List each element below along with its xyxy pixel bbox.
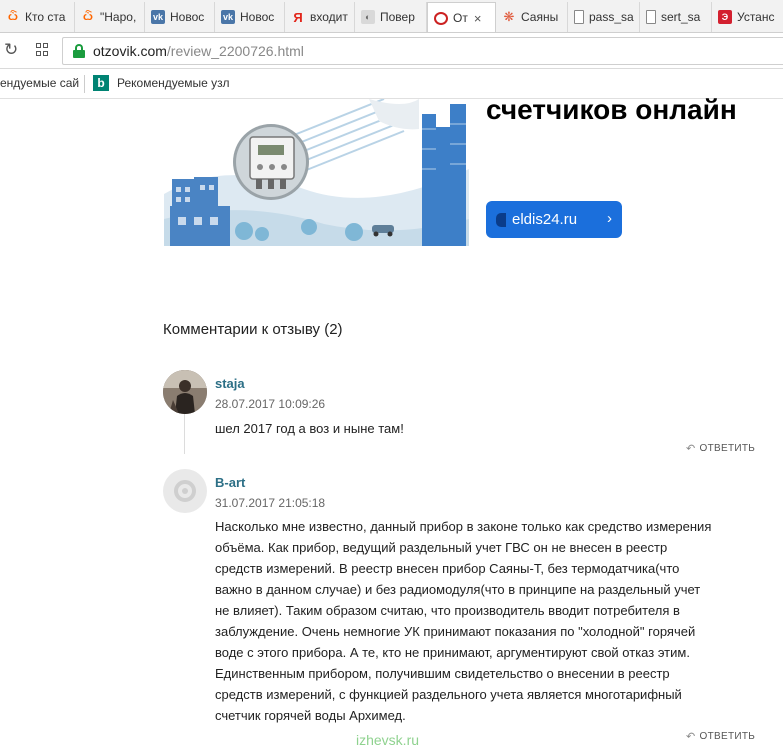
chevron-right-icon: ›: [607, 210, 612, 227]
eldis24-button[interactable]: eldis24.ru ›: [486, 201, 622, 238]
banner-illustration[interactable]: [164, 99, 469, 246]
url-path: /review_2200726.html: [166, 43, 304, 59]
address-bar: ↻ otzovik.com/review_2200726.html: [0, 33, 783, 69]
sayany-icon: ❋: [503, 9, 515, 24]
comment-text-line: Насколько мне известно, данный прибор в …: [215, 519, 712, 534]
banner-title: счетчиков онлайн: [486, 94, 737, 125]
comment-text-line: счетчик горячей воды Архимед.: [215, 708, 406, 723]
tab-title: sert_sa: [661, 10, 701, 24]
vk-icon: vk: [151, 10, 165, 24]
default-avatar-icon: [174, 480, 196, 502]
reply-button[interactable]: ↶ ОТВЕТИТЬ: [686, 442, 755, 455]
avatar-placeholder[interactable]: [163, 469, 207, 513]
tab-3[interactable]: vk Новос: [145, 2, 215, 32]
tab-9[interactable]: pass_sa: [568, 2, 640, 32]
reload-icon[interactable]: ↻: [4, 41, 22, 59]
tab-2[interactable]: ѽ "Наро,: [75, 2, 145, 32]
tab-active-otzovik[interactable]: От ×: [427, 2, 496, 32]
tab-5[interactable]: Я входит: [285, 2, 355, 32]
site-icon: Э: [718, 10, 732, 24]
reply-button[interactable]: ↶ ОТВЕТИТЬ: [686, 730, 755, 743]
bookmark-recommended-nodes[interactable]: Рекомендуемые узл: [117, 76, 230, 90]
apps-grid-icon[interactable]: [36, 43, 50, 57]
bing-icon: b: [93, 75, 109, 91]
reply-arrow-icon: ↶: [686, 731, 696, 743]
tab-title: входит: [310, 10, 348, 24]
otzovik-icon: [434, 11, 448, 25]
page-icon: ◐: [361, 10, 375, 24]
tab-strip: ѽ Кто ста ѽ "Наро, vk Новос vk Новос Я в…: [0, 0, 783, 33]
tab-title: Новос: [170, 10, 205, 24]
tab-title: Устанс: [737, 10, 775, 24]
comment-text-line: воде с этого прибора. А те, кто не прини…: [215, 645, 690, 660]
reply-label: ОТВЕТИТЬ: [699, 443, 756, 454]
ok-icon: ѽ: [8, 11, 18, 23]
comment-author-link[interactable]: B-art: [215, 475, 245, 490]
tab-title: Саяны: [521, 10, 559, 24]
reply-label: ОТВЕТИТЬ: [699, 731, 756, 742]
comments-heading: Комментарии к отзыву (2): [163, 321, 343, 338]
tab-6[interactable]: ◐ Повер: [355, 2, 427, 32]
url-host: otzovik.com: [93, 43, 167, 59]
comment-text-line: важно в данном случае) и без радиомодуля…: [215, 582, 701, 597]
yandex-icon: Я: [293, 9, 303, 25]
comment-date: 31.07.2017 21:05:18: [215, 496, 326, 510]
tab-title: "Наро,: [100, 10, 137, 24]
tab-title: От: [453, 11, 468, 25]
tab-4[interactable]: vk Новос: [215, 2, 285, 32]
bookmark-divider: [84, 75, 85, 93]
comment-text-line: заблуждение. Очень немногие УК принимают…: [215, 624, 696, 639]
tab-title: Новос: [240, 10, 275, 24]
comment-text-line: Единственным прибором, получившим свидет…: [215, 666, 670, 681]
tab-10[interactable]: sert_sa: [640, 2, 712, 32]
tab-title: Повер: [380, 10, 415, 24]
eldis-logo-icon: [496, 212, 506, 227]
document-icon: [646, 10, 656, 24]
tab-title: Кто ста: [25, 10, 66, 24]
user-photo: [163, 370, 207, 414]
reply-arrow-icon: ↶: [686, 443, 696, 455]
comment-text-line: не влияет). Таким образом считаю, что пр…: [215, 603, 680, 618]
comment-text-line: средств измерений, с функцией раздельног…: [215, 687, 682, 702]
comment-text: шел 2017 год а воз и ныне там!: [215, 421, 404, 436]
vk-icon: vk: [221, 10, 235, 24]
close-tab-icon[interactable]: ×: [474, 11, 482, 26]
tab-1[interactable]: ѽ Кто ста: [0, 2, 75, 32]
eldis24-button-label: eldis24.ru: [512, 211, 578, 228]
comment-date: 28.07.2017 10:09:26: [215, 397, 326, 411]
meter-illustration: [164, 99, 469, 246]
watermark: izhevsk.ru: [356, 732, 420, 748]
url-input[interactable]: otzovik.com/review_2200726.html: [62, 37, 783, 65]
lock-icon: [73, 44, 85, 58]
tab-title: pass_sa: [589, 10, 634, 24]
avatar[interactable]: [163, 370, 207, 414]
comment-text: Насколько мне известно, данный прибор в …: [215, 516, 711, 726]
tab-11[interactable]: Э Устанс: [712, 2, 783, 32]
ok-icon: ѽ: [83, 11, 93, 23]
thread-connector: [184, 414, 185, 454]
comment-text-line: средств измерений. В реестр внесен прибо…: [215, 561, 680, 576]
comment-author-link[interactable]: staja: [215, 376, 245, 391]
document-icon: [574, 10, 584, 24]
tab-8[interactable]: ❋ Саяны: [496, 2, 568, 32]
bookmark-recommended-sites[interactable]: ендуемые сай: [0, 76, 79, 90]
comment-text-line: объёма. Как прибор, ведущий раздельный у…: [215, 540, 668, 555]
